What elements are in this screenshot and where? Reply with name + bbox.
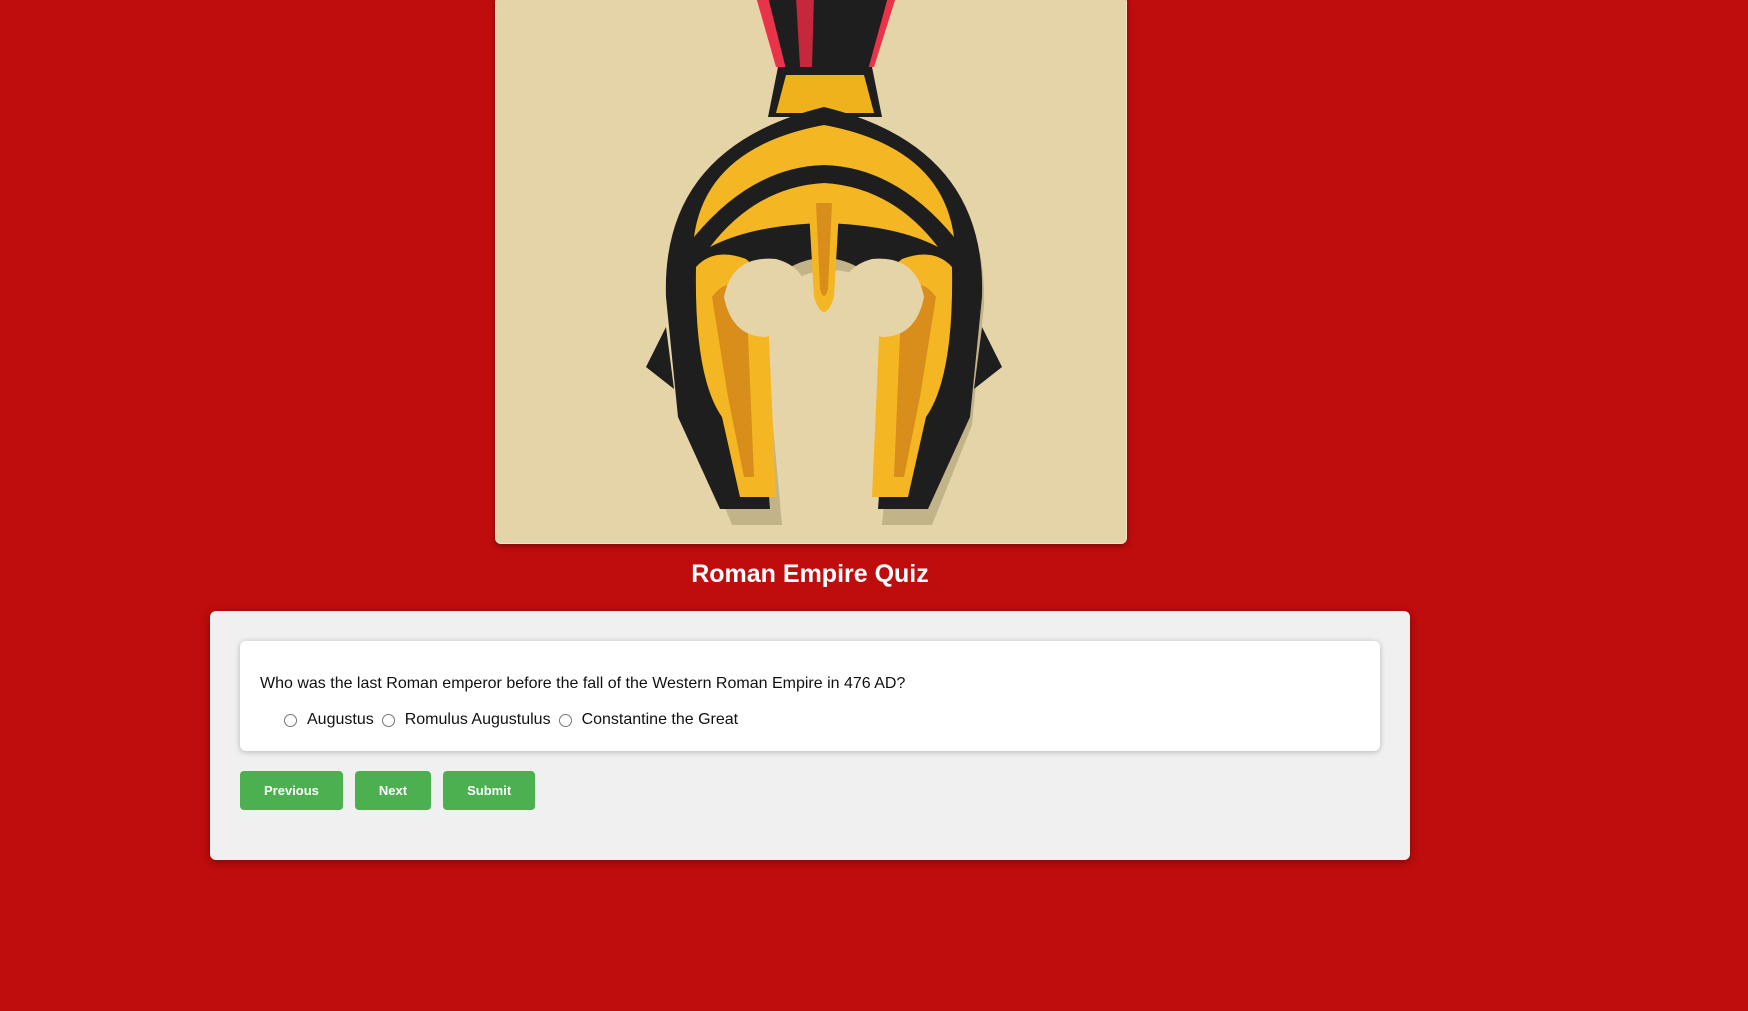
previous-button[interactable]: Previous bbox=[240, 771, 343, 810]
answer-options: Augustus Romulus Augustulus Constantine … bbox=[284, 711, 746, 729]
quiz-panel: Who was the last Roman emperor before th… bbox=[210, 611, 1410, 860]
quiz-page: Roman Empire Quiz Who was the last Roman… bbox=[0, 0, 1748, 1011]
option-constantine-the-great[interactable]: Constantine the Great bbox=[558, 711, 739, 729]
quiz-title: Roman Empire Quiz bbox=[691, 560, 929, 588]
submit-button[interactable]: Submit bbox=[443, 771, 536, 810]
option-augustus[interactable]: Augustus bbox=[284, 711, 374, 729]
option-label: Augustus bbox=[307, 711, 374, 728]
question-card: Who was the last Roman emperor before th… bbox=[240, 641, 1380, 751]
hero-image-frame bbox=[495, 0, 1127, 544]
option-romulus-augustulus[interactable]: Romulus Augustulus bbox=[381, 711, 551, 729]
quiz-buttons: Previous Next Submit bbox=[240, 771, 547, 810]
option-label: Romulus Augustulus bbox=[404, 711, 551, 728]
radio-button[interactable] bbox=[558, 713, 572, 727]
roman-helmet-icon bbox=[646, 0, 1002, 525]
radio-button[interactable] bbox=[284, 713, 297, 727]
option-label: Constantine the Great bbox=[581, 711, 739, 728]
radio-button[interactable] bbox=[381, 713, 395, 727]
next-button[interactable]: Next bbox=[354, 771, 432, 810]
question-text: Who was the last Roman emperor before th… bbox=[260, 675, 906, 692]
